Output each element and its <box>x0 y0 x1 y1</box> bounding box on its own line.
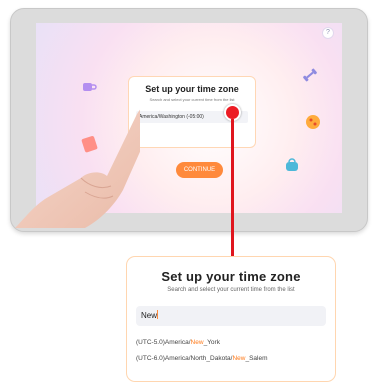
timezone-search-input[interactable]: New <box>136 306 326 326</box>
callout-connector-line <box>231 119 234 256</box>
callout-title: Set up your time zone <box>161 269 301 284</box>
match-highlight: New <box>190 339 204 346</box>
hand-pointer-image <box>15 109 140 228</box>
match-highlight: New <box>232 355 246 362</box>
timezone-option-new-salem[interactable]: (UTC-6.0)America/North_Dakota/New_Salem <box>136 355 268 362</box>
help-icon[interactable]: ? <box>322 27 334 39</box>
text-caret <box>157 310 159 319</box>
callout-subtitle: Search and select your current time from… <box>167 287 295 293</box>
dumbbell-icon <box>303 68 317 82</box>
pizza-icon <box>306 115 320 129</box>
search-value: New <box>141 311 158 320</box>
modal-title: Set up your time zone <box>145 84 239 94</box>
continue-button[interactable]: CONTINUE <box>176 162 223 178</box>
timezone-callout: Set up your time zone Search and select … <box>126 256 336 382</box>
timezone-option-new-york[interactable]: (UTC-5.0)America/New_York <box>136 339 220 346</box>
modal-subtitle: Search and select your current time from… <box>149 97 235 102</box>
bag-icon <box>286 158 298 171</box>
